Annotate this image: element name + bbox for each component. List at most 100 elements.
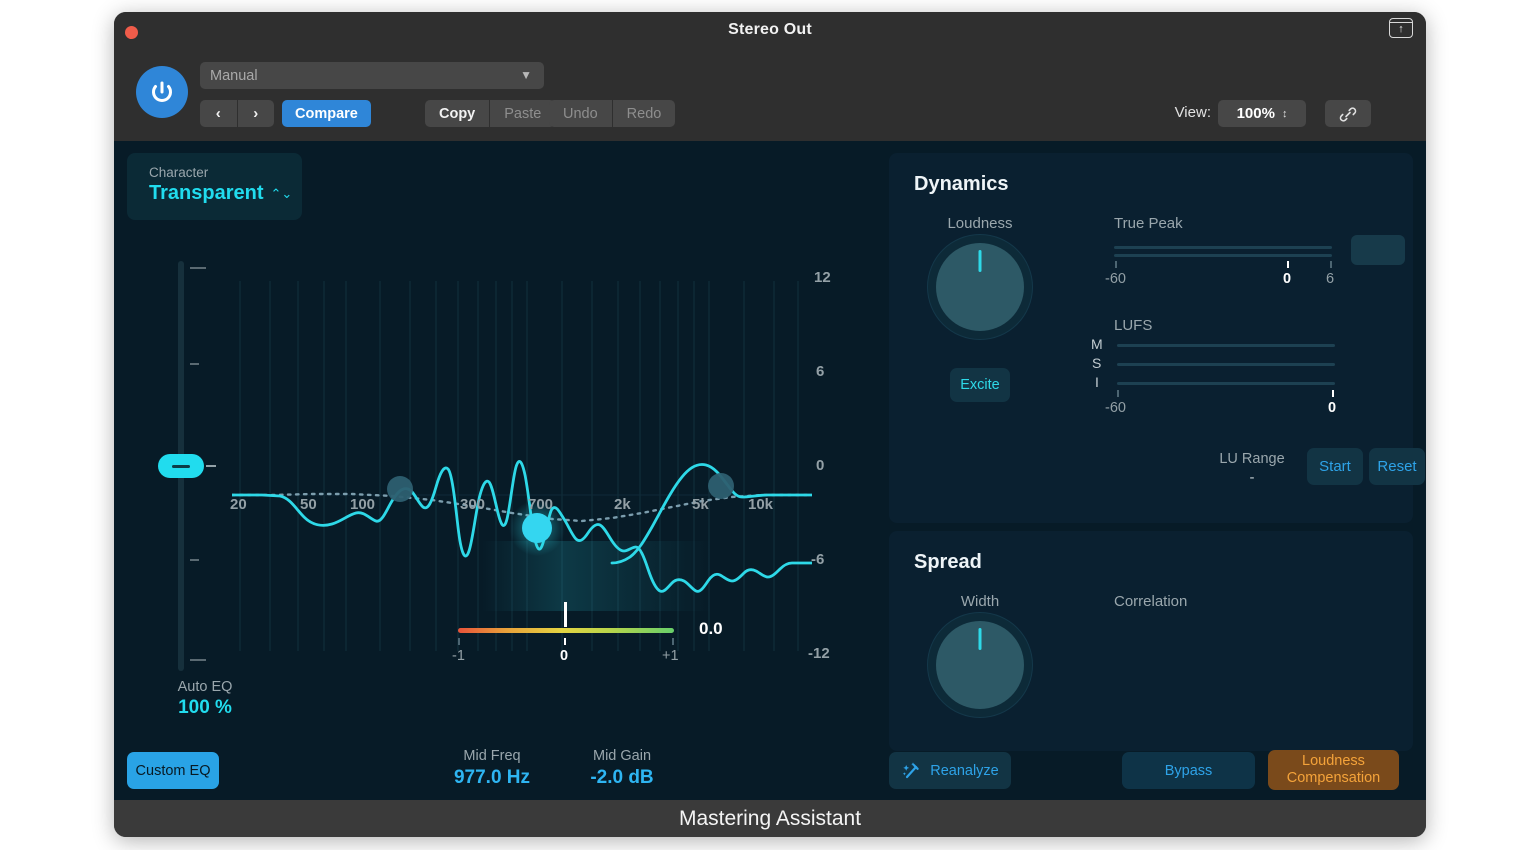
loudness-compensation-button[interactable]: Loudness Compensation — [1268, 750, 1399, 790]
freq-tick-700: 700 — [528, 496, 553, 513]
freq-tick-20: 20 — [230, 496, 247, 513]
correlation-tick-zero — [564, 638, 566, 645]
lufs-row-label-i: I — [1095, 374, 1099, 390]
lufs-label: LUFS — [1114, 317, 1152, 334]
lufs-scale-min: -60 — [1105, 400, 1126, 416]
true-peak-scale-max: 6 — [1326, 271, 1334, 287]
preset-select[interactable]: Manual ▼ — [200, 62, 544, 89]
true-peak-value-box[interactable] — [1351, 235, 1405, 265]
correlation-scale-zero: 0 — [560, 648, 568, 664]
db-tick-12: 12 — [814, 269, 831, 286]
compare-group: Compare — [282, 100, 371, 127]
redo-button[interactable]: Redo — [613, 100, 676, 127]
true-peak-tick-zero — [1287, 261, 1289, 268]
reanalyze-button[interactable]: Reanalyze — [889, 752, 1011, 789]
low-shelf-node — [387, 476, 413, 502]
lu-range-readout: LU Range - — [1202, 451, 1302, 486]
view-label: View: — [1175, 104, 1211, 121]
lufs-row-label-s: S — [1092, 355, 1101, 371]
true-peak-label: True Peak — [1114, 215, 1183, 232]
correlation-tick-max — [672, 638, 674, 645]
loudness-compensation-line2: Compensation — [1287, 770, 1381, 787]
mid-freq-value[interactable]: 977.0 Hz — [427, 767, 557, 789]
mid-freq-label: Mid Freq — [427, 748, 557, 764]
width-knob-label: Width — [930, 593, 1030, 610]
footer-bar: Mastering Assistant — [114, 800, 1426, 837]
eq-graph[interactable]: 20 50 100 300 700 2k 5k 10k — [232, 251, 812, 671]
mid-gain-value[interactable]: -2.0 dB — [557, 767, 687, 789]
freq-tick-50: 50 — [300, 496, 317, 513]
reset-button[interactable]: Reset — [1369, 448, 1425, 485]
auto-eq-value[interactable]: 100 % — [150, 697, 260, 719]
toolbar: Manual ▼ ‹ › Compare Copy Paste Undo Red… — [114, 52, 1426, 141]
view-zoom-value: 100% — [1237, 105, 1275, 122]
spread-panel: Spread Width Correlation — [889, 531, 1413, 751]
lufs-tick-zero — [1332, 390, 1334, 397]
undo-redo-group: Undo Redo — [549, 100, 675, 127]
auto-eq-tick-top — [190, 267, 206, 269]
link-button[interactable] — [1325, 100, 1371, 127]
dynamics-title: Dynamics — [914, 173, 1009, 196]
paste-button[interactable]: Paste — [490, 100, 555, 127]
compare-button[interactable]: Compare — [282, 100, 371, 127]
freq-tick-10k: 10k — [748, 496, 773, 513]
eq-graph-svg — [232, 251, 812, 671]
copy-paste-group: Copy Paste — [425, 100, 555, 127]
loudness-knob[interactable] — [936, 243, 1024, 331]
share-icon-arrow: ↑ — [1398, 24, 1404, 35]
true-peak-meter-right — [1114, 254, 1332, 257]
auto-eq-tick-2 — [190, 363, 199, 365]
chevron-down-icon: ▼ — [520, 68, 532, 82]
correlation-scale-min: -1 — [452, 648, 465, 664]
mid-freq-readout: Mid Freq 977.0 Hz — [427, 748, 557, 789]
lufs-tick-min — [1117, 390, 1119, 397]
correlation-meter-track — [458, 628, 674, 633]
auto-eq-label: Auto EQ — [150, 679, 260, 695]
power-button[interactable] — [136, 66, 188, 118]
dynamics-panel: Dynamics Loudness Excite True Peak -60 0… — [889, 153, 1413, 523]
auto-eq-readout: Auto EQ 100 % — [150, 679, 260, 719]
stepper-arrows-icon: ↕ — [1282, 108, 1288, 120]
auto-eq-slider-thumb[interactable] — [158, 454, 204, 478]
correlation-label: Correlation — [1114, 593, 1187, 610]
view-zoom-stepper[interactable]: 100% ↕ — [1218, 100, 1306, 127]
high-band-node — [708, 473, 734, 499]
mid-gain-label: Mid Gain — [557, 748, 687, 764]
magic-wand-icon — [901, 760, 923, 782]
preset-nav-group: ‹ › — [200, 100, 274, 127]
correlation-needle — [564, 602, 567, 627]
prev-preset-button[interactable]: ‹ — [200, 100, 238, 127]
link-icon — [1338, 104, 1358, 124]
excite-button[interactable]: Excite — [950, 368, 1010, 402]
true-peak-tick-max — [1330, 261, 1332, 268]
custom-eq-button[interactable]: Custom EQ — [127, 752, 219, 789]
lufs-meter-i — [1117, 382, 1335, 385]
preset-value: Manual — [210, 68, 258, 84]
copy-button[interactable]: Copy — [425, 100, 490, 127]
auto-eq-thumb-tick — [206, 465, 216, 467]
lu-range-value: - — [1202, 469, 1302, 486]
width-knob[interactable] — [936, 621, 1024, 709]
share-up-icon[interactable]: ↑ — [1389, 18, 1413, 38]
auto-eq-tick-3 — [190, 559, 199, 561]
bypass-button[interactable]: Bypass — [1122, 752, 1255, 789]
loudness-knob-pointer — [979, 250, 982, 272]
next-preset-button[interactable]: › — [238, 100, 275, 127]
freq-tick-2k: 2k — [614, 496, 631, 513]
eq-area: Auto EQ 100 % — [114, 141, 889, 800]
undo-button[interactable]: Undo — [549, 100, 613, 127]
lu-range-label: LU Range — [1202, 451, 1302, 467]
freq-tick-300: 300 — [460, 496, 485, 513]
loudness-compensation-line1: Loudness — [1302, 753, 1365, 770]
width-knob-pointer — [979, 628, 982, 650]
mid-gain-readout: Mid Gain -2.0 dB — [557, 748, 687, 789]
start-button[interactable]: Start — [1307, 448, 1363, 485]
lufs-row-label-m: M — [1091, 336, 1103, 352]
lufs-meter-m — [1117, 344, 1335, 347]
lufs-scale-zero: 0 — [1328, 400, 1336, 416]
mid-band-node — [522, 513, 552, 543]
plugin-window: Stereo Out ↑ Manual ▼ ‹ › Compare Copy P… — [114, 12, 1426, 837]
title-bar: Stereo Out ↑ — [114, 12, 1426, 52]
thumb-grip-icon — [172, 465, 190, 468]
loudness-knob-label: Loudness — [930, 215, 1030, 232]
